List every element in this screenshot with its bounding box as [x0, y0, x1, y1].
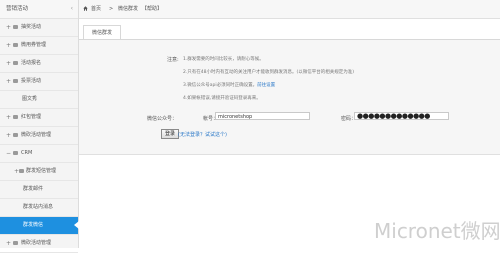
sidebar-item-label: 群发站内消息: [23, 204, 54, 210]
sidebar-item-bargain[interactable]: + 微砍活动管理: [0, 127, 78, 145]
sidebar-item-site-message[interactable]: 群发站内消息: [0, 199, 78, 217]
folder-icon: [13, 133, 18, 137]
watermark-logo: Micronet微网: [374, 219, 500, 243]
sidebar-item-label: 图文秀: [22, 96, 38, 102]
note-line-1: 1.群发需要的时间比较长，请耐心等候。: [183, 57, 264, 62]
settings-link[interactable]: 前往设置: [257, 83, 275, 88]
breadcrumb-home[interactable]: 首页: [91, 0, 101, 18]
folder-icon: [13, 115, 18, 119]
sidebar-item-label: 红包管理: [21, 114, 42, 120]
broadcast-panel: 注意: 1.群发需要的时间比较长，请耐心等候。 2.只有在48小时内有互动的关注…: [79, 40, 500, 155]
expand-icon: +: [6, 42, 12, 49]
sidebar-item-coupons[interactable]: + 微用券管理: [0, 37, 78, 55]
expand-icon: +: [6, 132, 12, 139]
sidebar-item-red-packet[interactable]: + 红包管理: [0, 109, 78, 127]
expand-icon: +: [6, 60, 12, 67]
note-line-4: 4.如果帐错误,请接开验证码登录再来。: [183, 96, 261, 101]
sidebar-item-lottery[interactable]: + 抽奖活动: [0, 19, 78, 37]
sidebar-item-photo-show[interactable]: 图文秀: [0, 91, 78, 109]
note-line-2: 2.只有在48小时内有互动的关注用户才能收到群发消息。(以微信平台的相关规定为准…: [183, 70, 355, 75]
cannot-login-link[interactable]: (无法登录？试试这个): [178, 131, 227, 138]
sidebar-item-label: 活动报名: [21, 60, 42, 66]
folder-icon: [13, 25, 18, 29]
sidebar-item-label: CRM: [21, 150, 33, 156]
expand-icon: +: [6, 78, 12, 85]
breadcrumb-current: 微信群发: [118, 6, 139, 12]
folder-icon: [19, 169, 24, 173]
sidebar-item-signup[interactable]: + 活动报名: [0, 55, 78, 73]
note-line-3: 3.微信公众号api必须同时正确设置。前往设置: [183, 82, 275, 88]
sidebar-item-sms[interactable]: + 群发短信管理: [0, 163, 78, 181]
breadcrumb-separator: >: [109, 6, 114, 12]
login-button[interactable]: 登录: [161, 129, 180, 139]
sidebar-item-wechat-broadcast[interactable]: 群发微信: [0, 217, 79, 235]
sidebar: 营销活动 ‹ + 抽奖活动 + 微用券管理 + 活动报名 + 投票活动 图文秀 …: [0, 0, 79, 253]
password-input[interactable]: ●●●●●●●●●●●●●: [354, 112, 449, 120]
wechat-account-label: 微信公众号：: [147, 116, 178, 122]
folder-icon: [13, 79, 18, 83]
folder-icon: [13, 241, 18, 245]
expand-icon: +: [6, 24, 12, 31]
sidebar-item-label: 群发邮件: [23, 186, 44, 192]
folder-open-icon: [13, 151, 18, 155]
sidebar-item-label: 投票活动: [21, 78, 42, 84]
folder-icon: [13, 43, 18, 47]
account-input[interactable]: micronetshop: [215, 112, 310, 120]
home-icon: [83, 6, 88, 11]
expand-icon: +: [6, 114, 12, 121]
expand-icon: +: [6, 240, 12, 247]
sidebar-item-crm[interactable]: − CRM: [0, 145, 78, 163]
sidebar-item-label: 微用券管理: [21, 42, 47, 48]
breadcrumb: 首页 > 微信群发 【帮助】: [79, 0, 500, 19]
sidebar-item-label: 群发短信管理: [26, 168, 57, 174]
sidebar-item-email[interactable]: 群发邮件: [0, 181, 78, 199]
collapse-icon: −: [6, 150, 12, 157]
sidebar-title[interactable]: 营销活动 ‹: [0, 0, 78, 19]
help-link[interactable]: 【帮助】: [142, 0, 162, 18]
sidebar-item-label: 微砍活动管理: [21, 132, 52, 138]
note-line-3-text: 3.微信公众号api必须同时正确设置。: [183, 83, 258, 88]
sidebar-item-bargain-2[interactable]: + 微砍活动管理: [0, 235, 78, 253]
sidebar-item-label: 抽奖活动: [21, 24, 42, 30]
chevron-left-icon: ‹: [70, 5, 73, 12]
sidebar-item-label: 群发微信: [23, 222, 44, 228]
folder-icon: [13, 61, 18, 65]
sidebar-item-vote[interactable]: + 投票活动: [0, 73, 78, 91]
sidebar-title-label: 营销活动: [6, 6, 29, 12]
sidebar-item-label: 微砍活动管理: [21, 240, 52, 246]
tab-bar: 微信群发: [79, 25, 500, 41]
notes-label: 注意:: [167, 57, 179, 63]
